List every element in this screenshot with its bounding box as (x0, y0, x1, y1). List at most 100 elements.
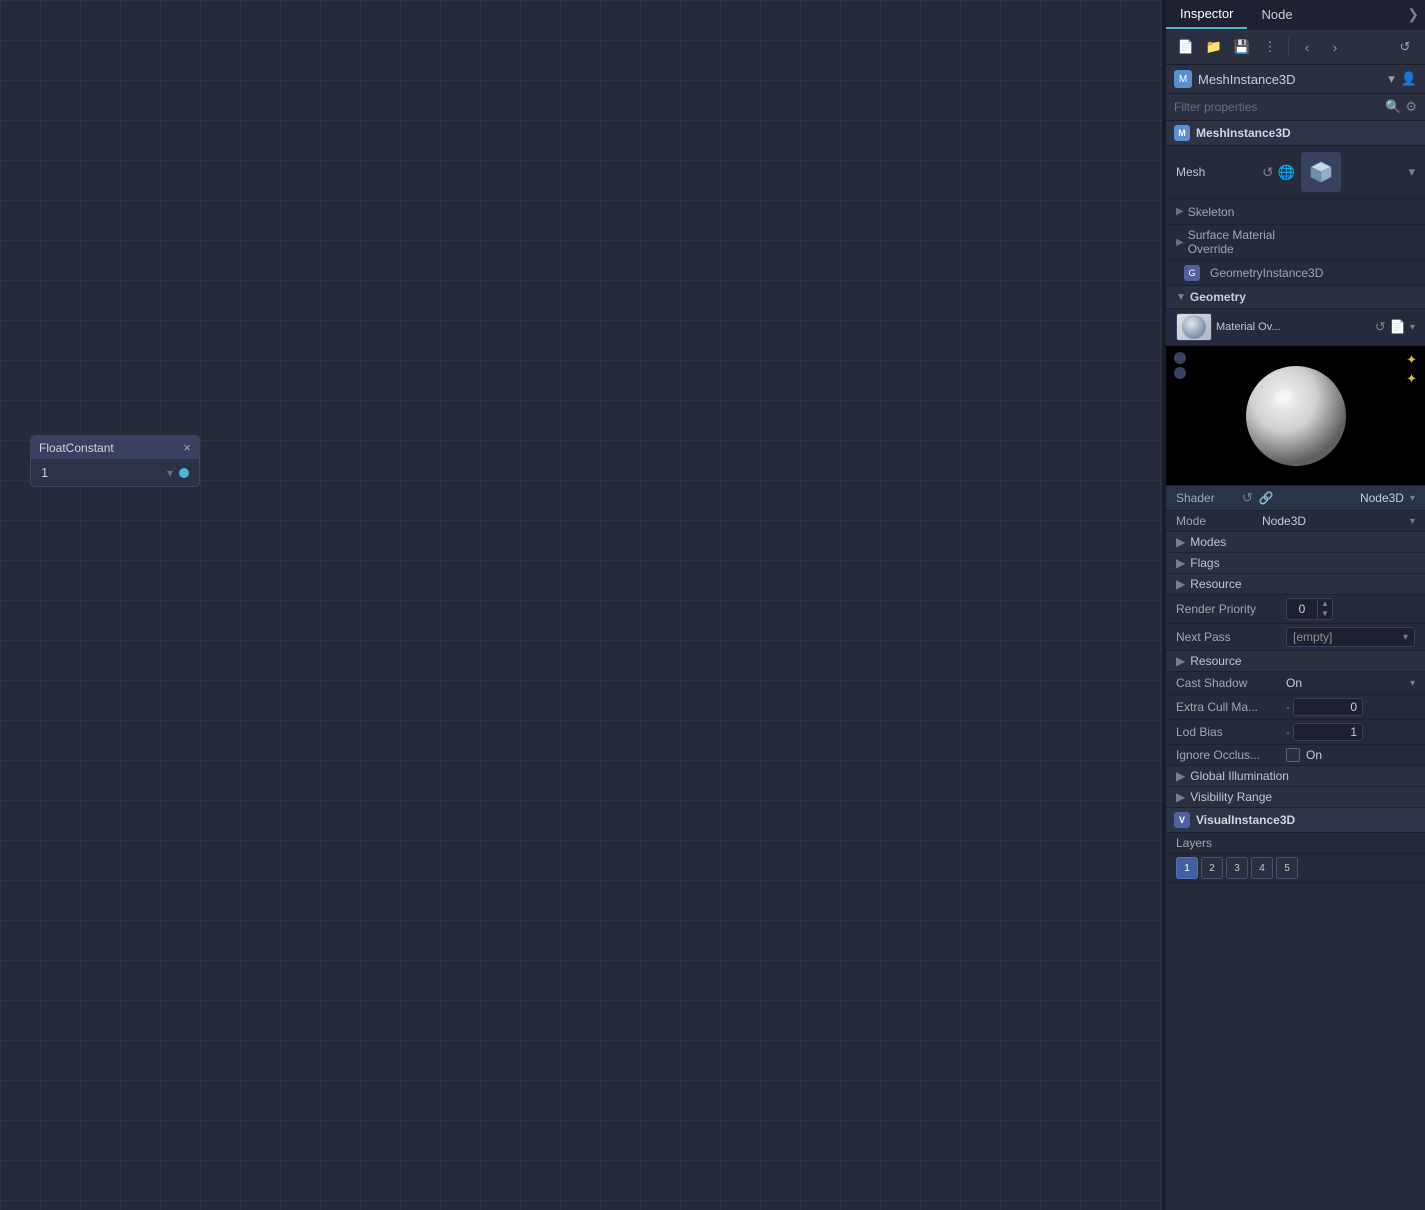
float-node-close-button[interactable]: × (183, 440, 191, 455)
skeleton-row: ▶ Skeleton (1166, 199, 1425, 225)
mode-dropdown-icon[interactable]: ▾ (1410, 516, 1415, 527)
layers-label: Layers (1166, 833, 1425, 854)
next-pass-value: [empty] (1293, 630, 1332, 644)
mode-label: Mode (1176, 514, 1256, 528)
material-dropdown-icon[interactable]: ▾ (1410, 322, 1415, 333)
material-reset-icon[interactable]: ↺ (1375, 319, 1386, 335)
shader-row: Shader ↺ 🔗 Node3D ▾ (1166, 486, 1425, 511)
geometry-instance-row: G GeometryInstance3D (1166, 260, 1425, 286)
ignore-occlusion-checkbox[interactable] (1286, 748, 1300, 762)
mesh-instance-section-icon: M (1174, 125, 1190, 141)
visibility-range-label: Visibility Range (1190, 790, 1272, 804)
new-script-icon[interactable]: 📄 (1174, 35, 1198, 59)
component-type-bar: M MeshInstance3D ▾ 👤 (1166, 65, 1425, 94)
lod-bias-input[interactable] (1293, 723, 1363, 741)
material-preview[interactable] (1176, 313, 1212, 341)
layer-btn-3[interactable]: 3 (1226, 857, 1248, 879)
mesh-dropdown-icon[interactable]: ▾ (1408, 164, 1415, 180)
cast-shadow-dropdown-icon[interactable]: ▾ (1410, 678, 1415, 689)
lod-bias-label: Lod Bias (1176, 725, 1286, 739)
resource-collapsible-2[interactable]: ▶ Resource (1166, 651, 1425, 672)
material-override-row: Material Ov... ↺ 📄 ▾ (1166, 309, 1425, 346)
component-type-person-icon[interactable]: 👤 (1401, 71, 1417, 87)
component-type-dropdown-icon[interactable]: ▾ (1388, 71, 1395, 87)
extra-cull-label: Extra Cull Ma... (1176, 700, 1286, 714)
mesh-row: Mesh ↺ 🌐 ▾ (1166, 146, 1425, 199)
filter-settings-icon[interactable]: ⚙ (1405, 99, 1417, 115)
layer-btn-4[interactable]: 4 (1251, 857, 1273, 879)
next-pass-dropdown-icon: ▾ (1403, 632, 1408, 643)
visibility-range-collapsible[interactable]: ▶ Visibility Range (1166, 787, 1425, 808)
tab-node[interactable]: Node (1247, 1, 1306, 28)
load-icon[interactable]: 📁 (1202, 35, 1226, 59)
material-sphere-mini (1177, 314, 1211, 340)
render-priority-arrows: ▲ ▼ (1317, 599, 1332, 619)
layer-btn-1[interactable]: 1 (1176, 857, 1198, 879)
material-file-icon[interactable]: 📄 (1390, 319, 1406, 335)
global-illumination-collapsible[interactable]: ▶ Global Illumination (1166, 766, 1425, 787)
surface-material-override-label: Surface Material Override (1188, 228, 1298, 256)
save-icon[interactable]: 💾 (1230, 35, 1254, 59)
component-type-name: MeshInstance3D (1198, 72, 1382, 87)
tab-inspector[interactable]: Inspector (1166, 0, 1247, 29)
sphere-light-icon-1[interactable]: ✦ (1406, 352, 1417, 368)
resource-collapsible-1[interactable]: ▶ Resource (1166, 574, 1425, 595)
float-node-title: FloatConstant (39, 441, 114, 455)
mesh-instance-icon: M (1174, 70, 1192, 88)
forward-icon[interactable]: › (1323, 35, 1347, 59)
history-icon[interactable]: ↺ (1393, 35, 1417, 59)
shader-dropdown-icon[interactable]: ▾ (1410, 493, 1415, 504)
next-pass-dropdown[interactable]: [empty] ▾ (1286, 627, 1415, 647)
lod-bias-row: Lod Bias - (1166, 720, 1425, 745)
mesh-cube-icon (1306, 157, 1336, 187)
material-label: Material Ov... (1216, 321, 1371, 333)
ignore-occlusion-row: Ignore Occlus... On (1166, 745, 1425, 766)
float-node-output-port[interactable] (179, 468, 189, 478)
mesh-thumbnail[interactable] (1301, 152, 1341, 192)
modes-collapsible[interactable]: ▶ Modes (1166, 532, 1425, 553)
mesh-instance-section-title: MeshInstance3D (1196, 126, 1291, 140)
back-icon[interactable]: ‹ (1295, 35, 1319, 59)
filter-input[interactable] (1174, 100, 1381, 114)
resource-label-1: Resource (1190, 577, 1241, 591)
geometry-instance-label: GeometryInstance3D (1210, 266, 1323, 280)
inspector-expand-icon[interactable]: ❯ (1401, 2, 1425, 27)
inspector-content: M MeshInstance3D Mesh ↺ 🌐 ▾ (1166, 121, 1425, 1210)
flags-collapsible[interactable]: ▶ Flags (1166, 553, 1425, 574)
mesh-label: Mesh (1176, 165, 1256, 179)
visual-instance-icon: V (1174, 812, 1190, 828)
extra-cull-input[interactable] (1293, 698, 1363, 716)
visual-instance-label: VisualInstance3D (1196, 813, 1295, 827)
sphere-preview: ✦ ✦ (1166, 346, 1425, 486)
layers-buttons: 1 2 3 4 5 (1166, 854, 1425, 883)
render-priority-up-icon[interactable]: ▲ (1318, 599, 1332, 609)
visual-instance-section-header: V VisualInstance3D (1166, 808, 1425, 833)
sphere-mode-dot-2[interactable] (1174, 367, 1186, 379)
layer-btn-5[interactable]: 5 (1276, 857, 1298, 879)
lod-bias-minus-icon: - (1286, 725, 1290, 739)
render-priority-label: Render Priority (1176, 602, 1286, 616)
layer-btn-2[interactable]: 2 (1201, 857, 1223, 879)
mesh-instance-section-header[interactable]: M MeshInstance3D (1166, 121, 1425, 146)
geometry-header[interactable]: ▼ Geometry (1166, 286, 1425, 309)
sphere-mode-dot-1[interactable] (1174, 352, 1186, 364)
float-node-expand-icon: ▾ (167, 466, 173, 480)
filter-bar: 🔍 ⚙ (1166, 94, 1425, 121)
shader-link-icon[interactable]: 🔗 (1259, 491, 1274, 505)
render-priority-down-icon[interactable]: ▼ (1318, 609, 1332, 619)
cast-shadow-label: Cast Shadow (1176, 676, 1286, 690)
shader-reset-icon[interactable]: ↺ (1242, 490, 1253, 506)
render-priority-spinbox[interactable]: 0 ▲ ▼ (1286, 598, 1333, 620)
mesh-reset-icon[interactable]: ↺ (1262, 164, 1274, 181)
sphere-light-icon-2[interactable]: ✦ (1406, 371, 1417, 387)
inspector-tab-bar: Inspector Node ❯ (1166, 0, 1425, 30)
float-constant-node: FloatConstant × 1 ▾ (30, 435, 200, 487)
resource-label-2: Resource (1190, 654, 1241, 668)
inspector-panel: Inspector Node ❯ 📄 📁 💾 ⋮ ‹ › ↺ M MeshIns… (1165, 0, 1425, 1210)
mesh-globe-icon[interactable]: 🌐 (1278, 164, 1295, 181)
mode-row: Mode Node3D ▾ (1166, 511, 1425, 532)
more-options-icon[interactable]: ⋮ (1258, 35, 1282, 59)
sphere-svg (1241, 361, 1351, 471)
sphere-controls-right: ✦ ✦ (1406, 352, 1417, 387)
shader-value: Node3D (1280, 491, 1404, 505)
